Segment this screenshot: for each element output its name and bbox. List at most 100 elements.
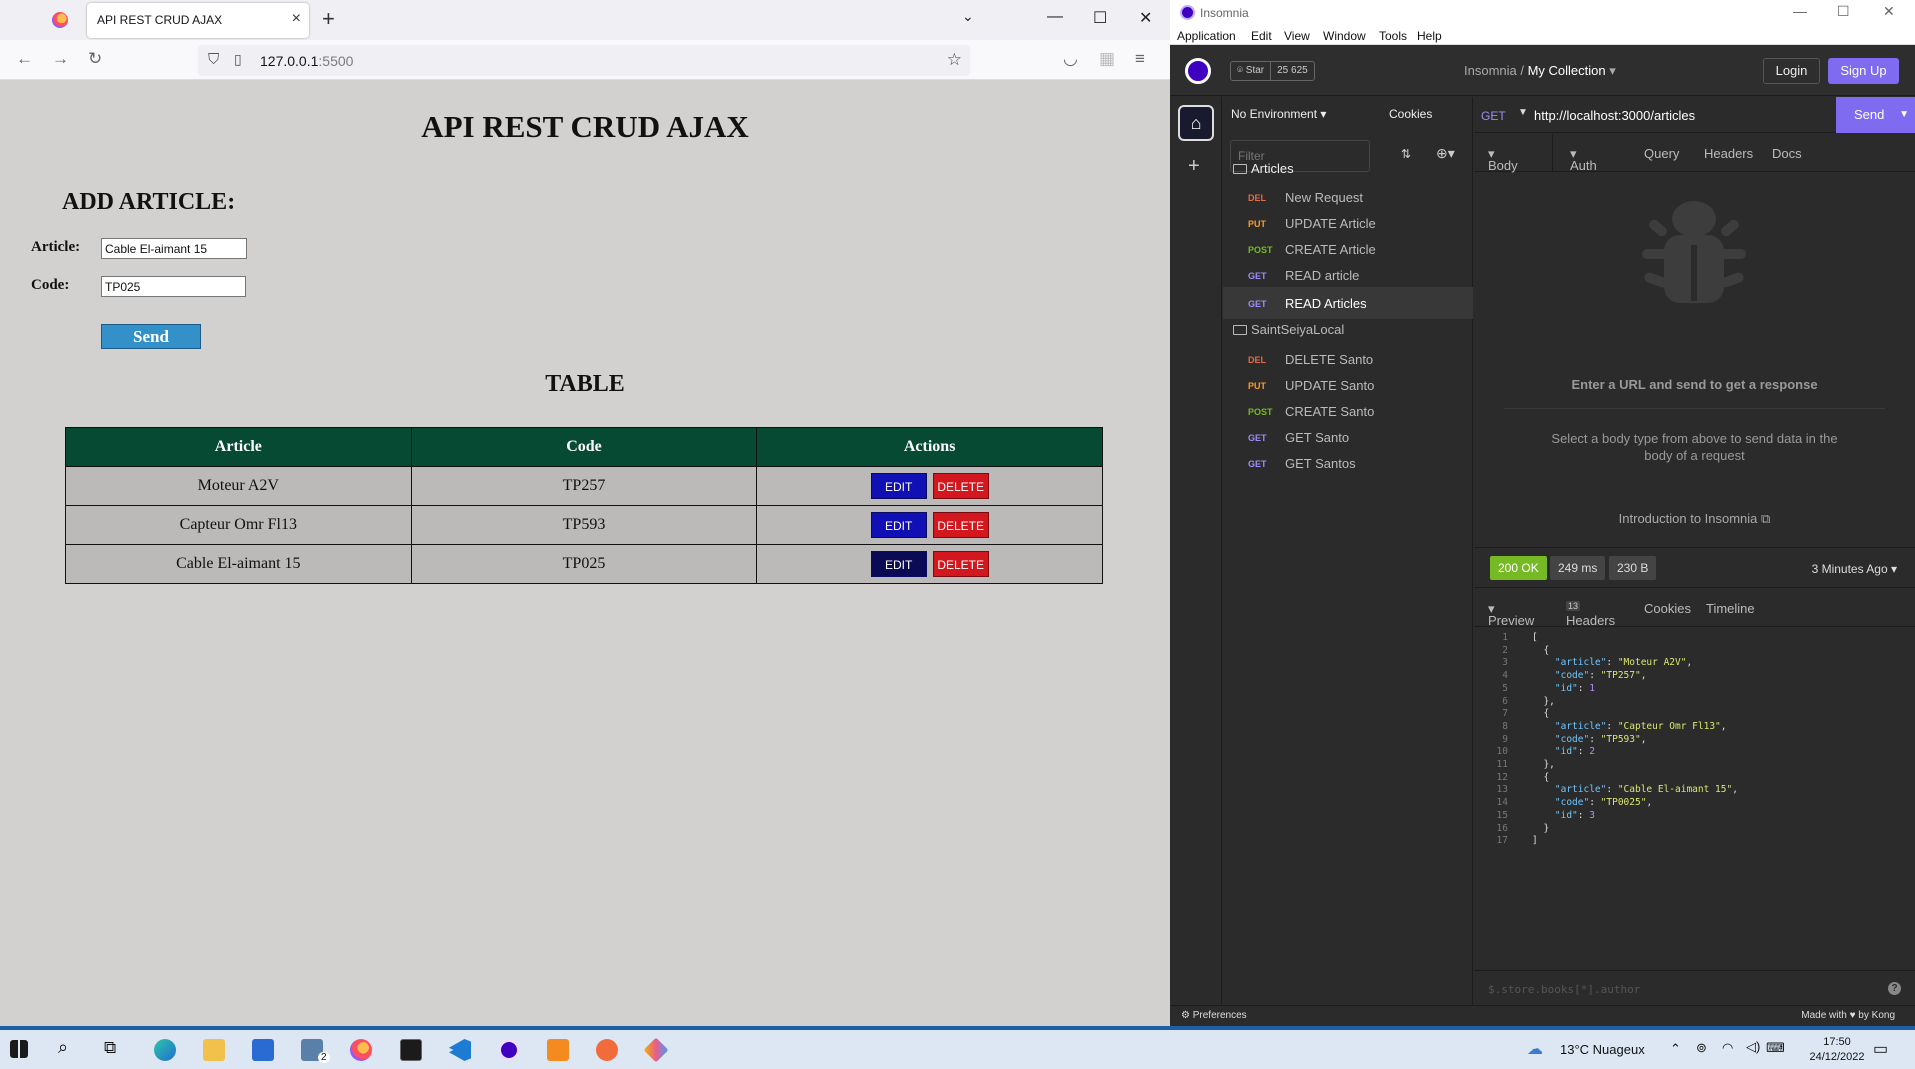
url-input[interactable]: http://localhost:3000/articles (1534, 108, 1695, 123)
preferences-button[interactable]: ⚙ Preferences (1181, 1010, 1247, 1021)
actions-cell: EDIT DELETE (756, 544, 1103, 584)
github-star-button[interactable]: ⌾ Star 25 625 (1230, 61, 1315, 81)
app-icon[interactable] (643, 1037, 669, 1063)
edit-button[interactable]: EDIT (870, 551, 927, 577)
send-button[interactable]: Send (101, 324, 201, 349)
delete-button[interactable]: DELETE (932, 512, 989, 538)
request-item-active[interactable]: GET READ Articles (1223, 287, 1473, 319)
maximize-icon[interactable]: ☐ (1093, 8, 1107, 28)
folder-icon (1233, 325, 1247, 335)
postman-icon[interactable] (596, 1039, 618, 1061)
edit-button[interactable]: EDIT (870, 473, 927, 499)
close-window-icon[interactable]: ✕ (1883, 3, 1895, 20)
intro-link[interactable]: Introduction to Insomnia ⧉ (1474, 511, 1915, 527)
file-explorer-icon[interactable] (203, 1039, 225, 1061)
articles-table: Article Code Actions Moteur A2V TP257 ED… (65, 427, 1103, 584)
tab-query[interactable]: Query (1644, 146, 1679, 161)
menu-icon[interactable]: ≡ (1135, 49, 1145, 69)
json-line: } (1532, 822, 1550, 834)
menu-item-window[interactable]: Window (1323, 29, 1366, 43)
environment-select[interactable]: No Environment ▾ (1231, 107, 1326, 121)
keyboard-icon[interactable]: ⌨ (1766, 1040, 1785, 1056)
new-tab-icon[interactable]: + (322, 6, 335, 32)
vscode-icon[interactable] (449, 1039, 471, 1061)
sublime-icon[interactable] (547, 1039, 569, 1061)
minimize-icon[interactable]: — (1793, 3, 1807, 19)
url-bar[interactable]: ⛉ ▯ 127.0.0.1:5500 ☆ (198, 45, 970, 76)
cookies-button[interactable]: Cookies (1389, 107, 1432, 121)
tab-preview[interactable]: Preview ▾ (1488, 601, 1534, 628)
reload-icon[interactable]: ↻ (88, 49, 102, 69)
tab-docs[interactable]: Docs (1772, 146, 1802, 161)
store-icon[interactable] (252, 1039, 274, 1061)
close-tab-icon[interactable]: × (292, 10, 301, 28)
volume-icon[interactable]: ◁) (1746, 1039, 1760, 1055)
network-icon[interactable]: ⊚ (1696, 1040, 1707, 1056)
mail-badge: 2 (318, 1052, 330, 1063)
menu-item-view[interactable]: View (1284, 29, 1310, 43)
back-icon[interactable]: ← (16, 49, 33, 69)
menu-item-application[interactable]: Application (1177, 29, 1236, 43)
home-icon[interactable]: ⌂ (1178, 105, 1214, 141)
tab-headers[interactable]: Headers (1704, 146, 1753, 161)
menu-item-edit[interactable]: Edit (1251, 29, 1272, 43)
insomnia-taskbar-icon[interactable] (498, 1039, 520, 1061)
delete-button[interactable]: DELETE (932, 551, 989, 577)
folder-articles[interactable]: Articles (1233, 161, 1294, 176)
tab-auth[interactable]: Auth ▾ (1570, 146, 1597, 173)
add-request-icon[interactable]: ⊕▾ (1436, 145, 1455, 162)
method-label[interactable]: GET (1481, 109, 1506, 123)
start-icon[interactable] (10, 1040, 28, 1058)
tab-response-headers[interactable]: Headers 13 (1566, 601, 1615, 628)
terminal-icon[interactable] (400, 1039, 422, 1061)
signup-button[interactable]: Sign Up (1828, 58, 1899, 84)
method-dropdown-icon[interactable]: ▼ (1518, 107, 1528, 118)
pocket-icon[interactable]: ◡ (1063, 49, 1078, 69)
sort-icon[interactable]: ⇅ (1401, 147, 1411, 161)
firefox-taskbar-icon[interactable] (350, 1039, 372, 1061)
json-response-viewer[interactable]: 1 [2 {3 "article": "Moteur A2V", 4 "code":… (1474, 632, 1915, 932)
browser-tab[interactable]: API REST CRUD AJAX × (87, 3, 309, 38)
json-line: "id": 2 (1554, 746, 1595, 758)
firefox-logo-icon[interactable] (52, 12, 68, 28)
login-button[interactable]: Login (1763, 58, 1820, 84)
tray-chevron-icon[interactable]: ⌃ (1670, 1041, 1681, 1057)
clock[interactable]: 17:50 24/12/2022 (1797, 1035, 1877, 1065)
shield-icon[interactable]: ⛉ (208, 51, 219, 68)
notifications-icon[interactable]: ▭ (1873, 1039, 1888, 1059)
insomnia-logo-icon[interactable] (1185, 58, 1211, 84)
menu-item-tools[interactable]: Tools (1379, 29, 1407, 43)
menu-item-help[interactable]: Help (1417, 29, 1442, 43)
history-dropdown[interactable]: 3 Minutes Ago ▾ (1812, 562, 1897, 576)
request-item[interactable]: GET GET Santos (1223, 447, 1473, 479)
json-filter-input[interactable]: $.store.books[*].author (1488, 983, 1640, 996)
tab-response-cookies[interactable]: Cookies (1644, 601, 1691, 616)
close-window-icon[interactable]: ✕ (1139, 8, 1152, 28)
minimize-icon[interactable]: — (1047, 8, 1063, 26)
json-line: { (1532, 771, 1550, 783)
bookmark-star-icon[interactable]: ☆ (947, 50, 962, 70)
folder-saintseiyalocal[interactable]: SaintSeiyaLocal (1233, 322, 1344, 337)
send-request-button[interactable]: Send ▼ (1836, 97, 1915, 133)
article-input[interactable] (101, 238, 247, 259)
edit-button[interactable]: EDIT (870, 512, 927, 538)
add-project-icon[interactable]: + (1188, 155, 1200, 178)
wifi-icon[interactable]: ◠ (1722, 1040, 1733, 1056)
weather-widget[interactable]: 13°C Nuageux (1560, 1042, 1645, 1057)
search-icon[interactable]: ⌕ (58, 1037, 68, 1058)
select-body-hint: Select a body type from above to send da… (1551, 431, 1838, 463)
maximize-icon[interactable]: ☐ (1837, 3, 1850, 20)
edge-icon[interactable] (154, 1039, 176, 1061)
forward-icon[interactable]: → (52, 49, 69, 69)
firefox-window: API REST CRUD AJAX × + ⌄ — ☐ ✕ ← → ↻ ⛉ ▯… (0, 0, 1170, 1026)
breadcrumb[interactable]: Insomnia / My Collection ▾ (1464, 63, 1616, 79)
help-icon[interactable]: ? (1888, 982, 1901, 995)
tab-body[interactable]: Body ▾ (1488, 146, 1518, 173)
task-view-icon[interactable]: ⧉ (104, 1038, 116, 1058)
chevron-down-icon[interactable]: ▼ (1899, 97, 1909, 133)
extensions-icon[interactable]: ▦ (1099, 49, 1115, 69)
delete-button[interactable]: DELETE (932, 473, 989, 499)
tab-list-chevron-icon[interactable]: ⌄ (962, 8, 974, 25)
code-input[interactable] (101, 276, 246, 297)
tab-timeline[interactable]: Timeline (1706, 601, 1755, 616)
